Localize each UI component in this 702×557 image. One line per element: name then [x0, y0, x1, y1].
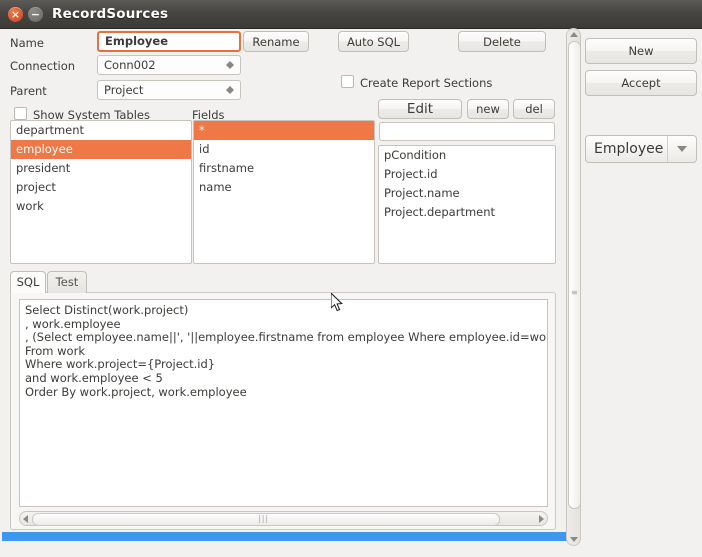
record-source-dropdown[interactable]: Employee [585, 135, 697, 163]
param-list-item[interactable]: Project.name [379, 184, 555, 203]
param-list-item[interactable]: pCondition [379, 146, 555, 165]
param-list-item[interactable]: Project.id [379, 165, 555, 184]
delete-button[interactable]: Delete [458, 31, 546, 52]
edit-param-button[interactable]: Edit [378, 99, 462, 119]
show-system-tables-checkbox[interactable] [14, 107, 27, 120]
param-list-item[interactable]: Project.department [379, 203, 555, 222]
new-param-button[interactable]: new [467, 99, 509, 119]
field-list-item[interactable]: firstname [194, 159, 374, 178]
sql-text-editor[interactable]: Select Distinct(work.project) , work.emp… [19, 299, 548, 507]
name-label: Name [10, 36, 44, 50]
scroll-left-arrow-icon[interactable] [23, 515, 28, 523]
table-list-item[interactable]: project [11, 178, 191, 197]
accept-button[interactable]: Accept [585, 70, 697, 96]
record-sources-window: × − RecordSources Name Employee Rename A… [0, 0, 702, 557]
scroll-right-arrow-icon[interactable] [539, 515, 544, 523]
create-report-sections-label: Create Report Sections [360, 76, 493, 90]
status-progress-bar [2, 532, 570, 541]
sql-horizontal-scrollbar[interactable]: ||| [19, 511, 548, 526]
scroll-up-arrow-icon[interactable] [570, 32, 578, 37]
table-list-item[interactable]: work [11, 197, 191, 216]
table-list-item[interactable]: employee [11, 140, 191, 159]
name-input[interactable]: Employee [97, 31, 241, 52]
minimize-window-button[interactable]: − [28, 7, 43, 22]
fields-listbox[interactable]: * id firstname name [193, 120, 375, 264]
connection-value: Conn002 [104, 58, 156, 72]
mouse-cursor-icon [331, 293, 343, 312]
del-param-button[interactable]: del [513, 99, 555, 119]
window-title: RecordSources [52, 6, 169, 22]
vscroll-grip-icon: ≡ [571, 288, 578, 297]
table-list-item[interactable]: department [11, 121, 191, 140]
tables-listbox[interactable]: department employee president project work [10, 120, 192, 264]
hscroll-grip-icon: ||| [258, 514, 270, 523]
create-report-sections-checkbox[interactable] [341, 75, 354, 88]
new-record-source-button[interactable]: New [585, 38, 697, 64]
params-listbox[interactable]: pCondition Project.id Project.name Project.… [378, 145, 556, 264]
parent-label: Parent [10, 84, 47, 98]
auto-sql-button[interactable]: Auto SQL [338, 31, 409, 52]
chevron-down-icon[interactable] [667, 136, 696, 162]
connection-combobox[interactable]: Conn002 [97, 55, 241, 75]
close-icon: × [10, 8, 21, 21]
field-list-item[interactable]: name [194, 178, 374, 197]
scroll-down-arrow-icon[interactable] [570, 537, 578, 542]
parent-combobox[interactable]: Project [97, 80, 241, 100]
tab-sql[interactable]: SQL [10, 271, 46, 293]
main-vscroll-thumb[interactable] [568, 41, 581, 509]
tab-test[interactable]: Test [47, 271, 87, 293]
minimize-icon: − [30, 8, 41, 21]
param-input[interactable] [379, 122, 555, 141]
field-list-item[interactable]: id [194, 140, 374, 159]
main-vertical-scrollbar[interactable]: ≡ [566, 28, 581, 546]
parent-value: Project [104, 83, 144, 97]
field-list-item[interactable]: * [194, 121, 374, 140]
close-window-button[interactable]: × [8, 7, 23, 22]
table-list-item[interactable]: president [11, 159, 191, 178]
rename-button[interactable]: Rename [243, 31, 309, 52]
parent-spinner-icon[interactable] [226, 81, 235, 99]
record-source-dropdown-value: Employee [594, 141, 664, 157]
connection-spinner-icon[interactable] [226, 56, 235, 74]
title-bar: × − RecordSources [0, 0, 702, 29]
connection-label: Connection [10, 59, 76, 73]
